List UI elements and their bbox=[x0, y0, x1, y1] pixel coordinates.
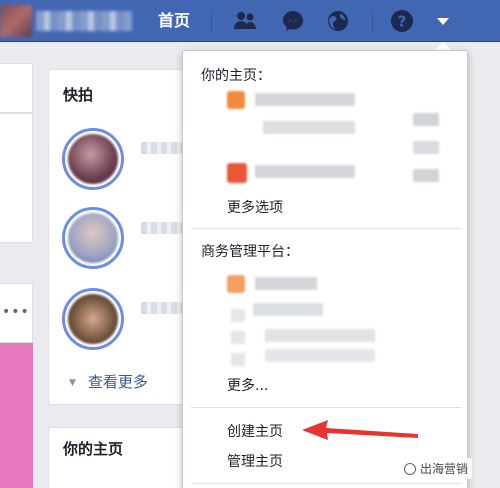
business-meta bbox=[265, 329, 375, 342]
profile-avatar[interactable] bbox=[0, 5, 32, 37]
business-name[interactable] bbox=[255, 277, 317, 290]
annotation-arrow-icon bbox=[302, 420, 418, 440]
more-options-icon[interactable]: ••• bbox=[2, 304, 30, 320]
left-card-top bbox=[0, 63, 33, 113]
story-avatar[interactable] bbox=[62, 128, 124, 190]
business-meta bbox=[253, 303, 323, 316]
business-meta bbox=[231, 353, 245, 366]
page-meta bbox=[413, 113, 439, 126]
help-icon[interactable]: ? bbox=[389, 8, 415, 34]
globe-icon[interactable] bbox=[325, 8, 351, 34]
watermark-logo-icon bbox=[404, 463, 416, 475]
page-meta bbox=[263, 121, 355, 134]
dropdown-pointer bbox=[435, 42, 451, 50]
your-pages-card: 你的主页 bbox=[48, 427, 190, 488]
menu-divider bbox=[191, 228, 461, 229]
see-more-label: 查看更多 bbox=[87, 373, 148, 391]
page-name[interactable] bbox=[255, 93, 355, 106]
menu-divider bbox=[191, 483, 461, 484]
business-icon bbox=[227, 275, 245, 293]
story-avatar[interactable] bbox=[62, 288, 124, 350]
page-meta bbox=[413, 169, 439, 182]
your-pages-title: 你的主页 bbox=[63, 440, 124, 458]
dropdown-caret-icon[interactable] bbox=[430, 8, 456, 34]
svg-text:?: ? bbox=[398, 13, 407, 31]
profile-name[interactable] bbox=[36, 11, 132, 31]
business-meta bbox=[265, 349, 375, 362]
business-meta bbox=[231, 331, 245, 344]
story-avatar[interactable] bbox=[62, 207, 124, 269]
see-more-link[interactable]: ▼ 查看更多 bbox=[69, 371, 148, 392]
page-icon bbox=[227, 91, 245, 109]
watermark-text: 出海营销 bbox=[420, 462, 469, 476]
messenger-icon[interactable] bbox=[280, 8, 306, 34]
business-meta bbox=[231, 309, 245, 322]
more-business-link[interactable]: 更多... bbox=[227, 375, 268, 395]
create-page-link[interactable]: 创建主页 bbox=[227, 421, 283, 441]
top-bar: 首页 ? bbox=[0, 0, 500, 42]
stories-card: 快拍 ▼ 查看更多 bbox=[48, 69, 191, 405]
topbar-divider bbox=[211, 11, 212, 33]
chevron-down-icon: ▼ bbox=[69, 377, 76, 388]
menu-divider bbox=[191, 407, 461, 408]
promo-image bbox=[0, 343, 33, 488]
business-manager-section-title: 商务管理平台： bbox=[201, 244, 299, 260]
page-meta bbox=[413, 141, 439, 154]
home-link[interactable]: 首页 bbox=[158, 11, 190, 31]
topbar-divider bbox=[372, 11, 373, 33]
friends-icon[interactable] bbox=[232, 8, 258, 34]
left-card-middle bbox=[0, 113, 33, 243]
page-name[interactable] bbox=[255, 165, 355, 178]
manage-pages-link[interactable]: 管理主页 bbox=[227, 451, 283, 471]
your-pages-section-title: 你的主页： bbox=[201, 68, 271, 84]
stories-title: 快拍 bbox=[63, 86, 94, 104]
watermark: 出海营销 bbox=[400, 458, 473, 479]
page-icon bbox=[227, 163, 247, 183]
more-options-link[interactable]: 更多选项 bbox=[227, 197, 283, 217]
